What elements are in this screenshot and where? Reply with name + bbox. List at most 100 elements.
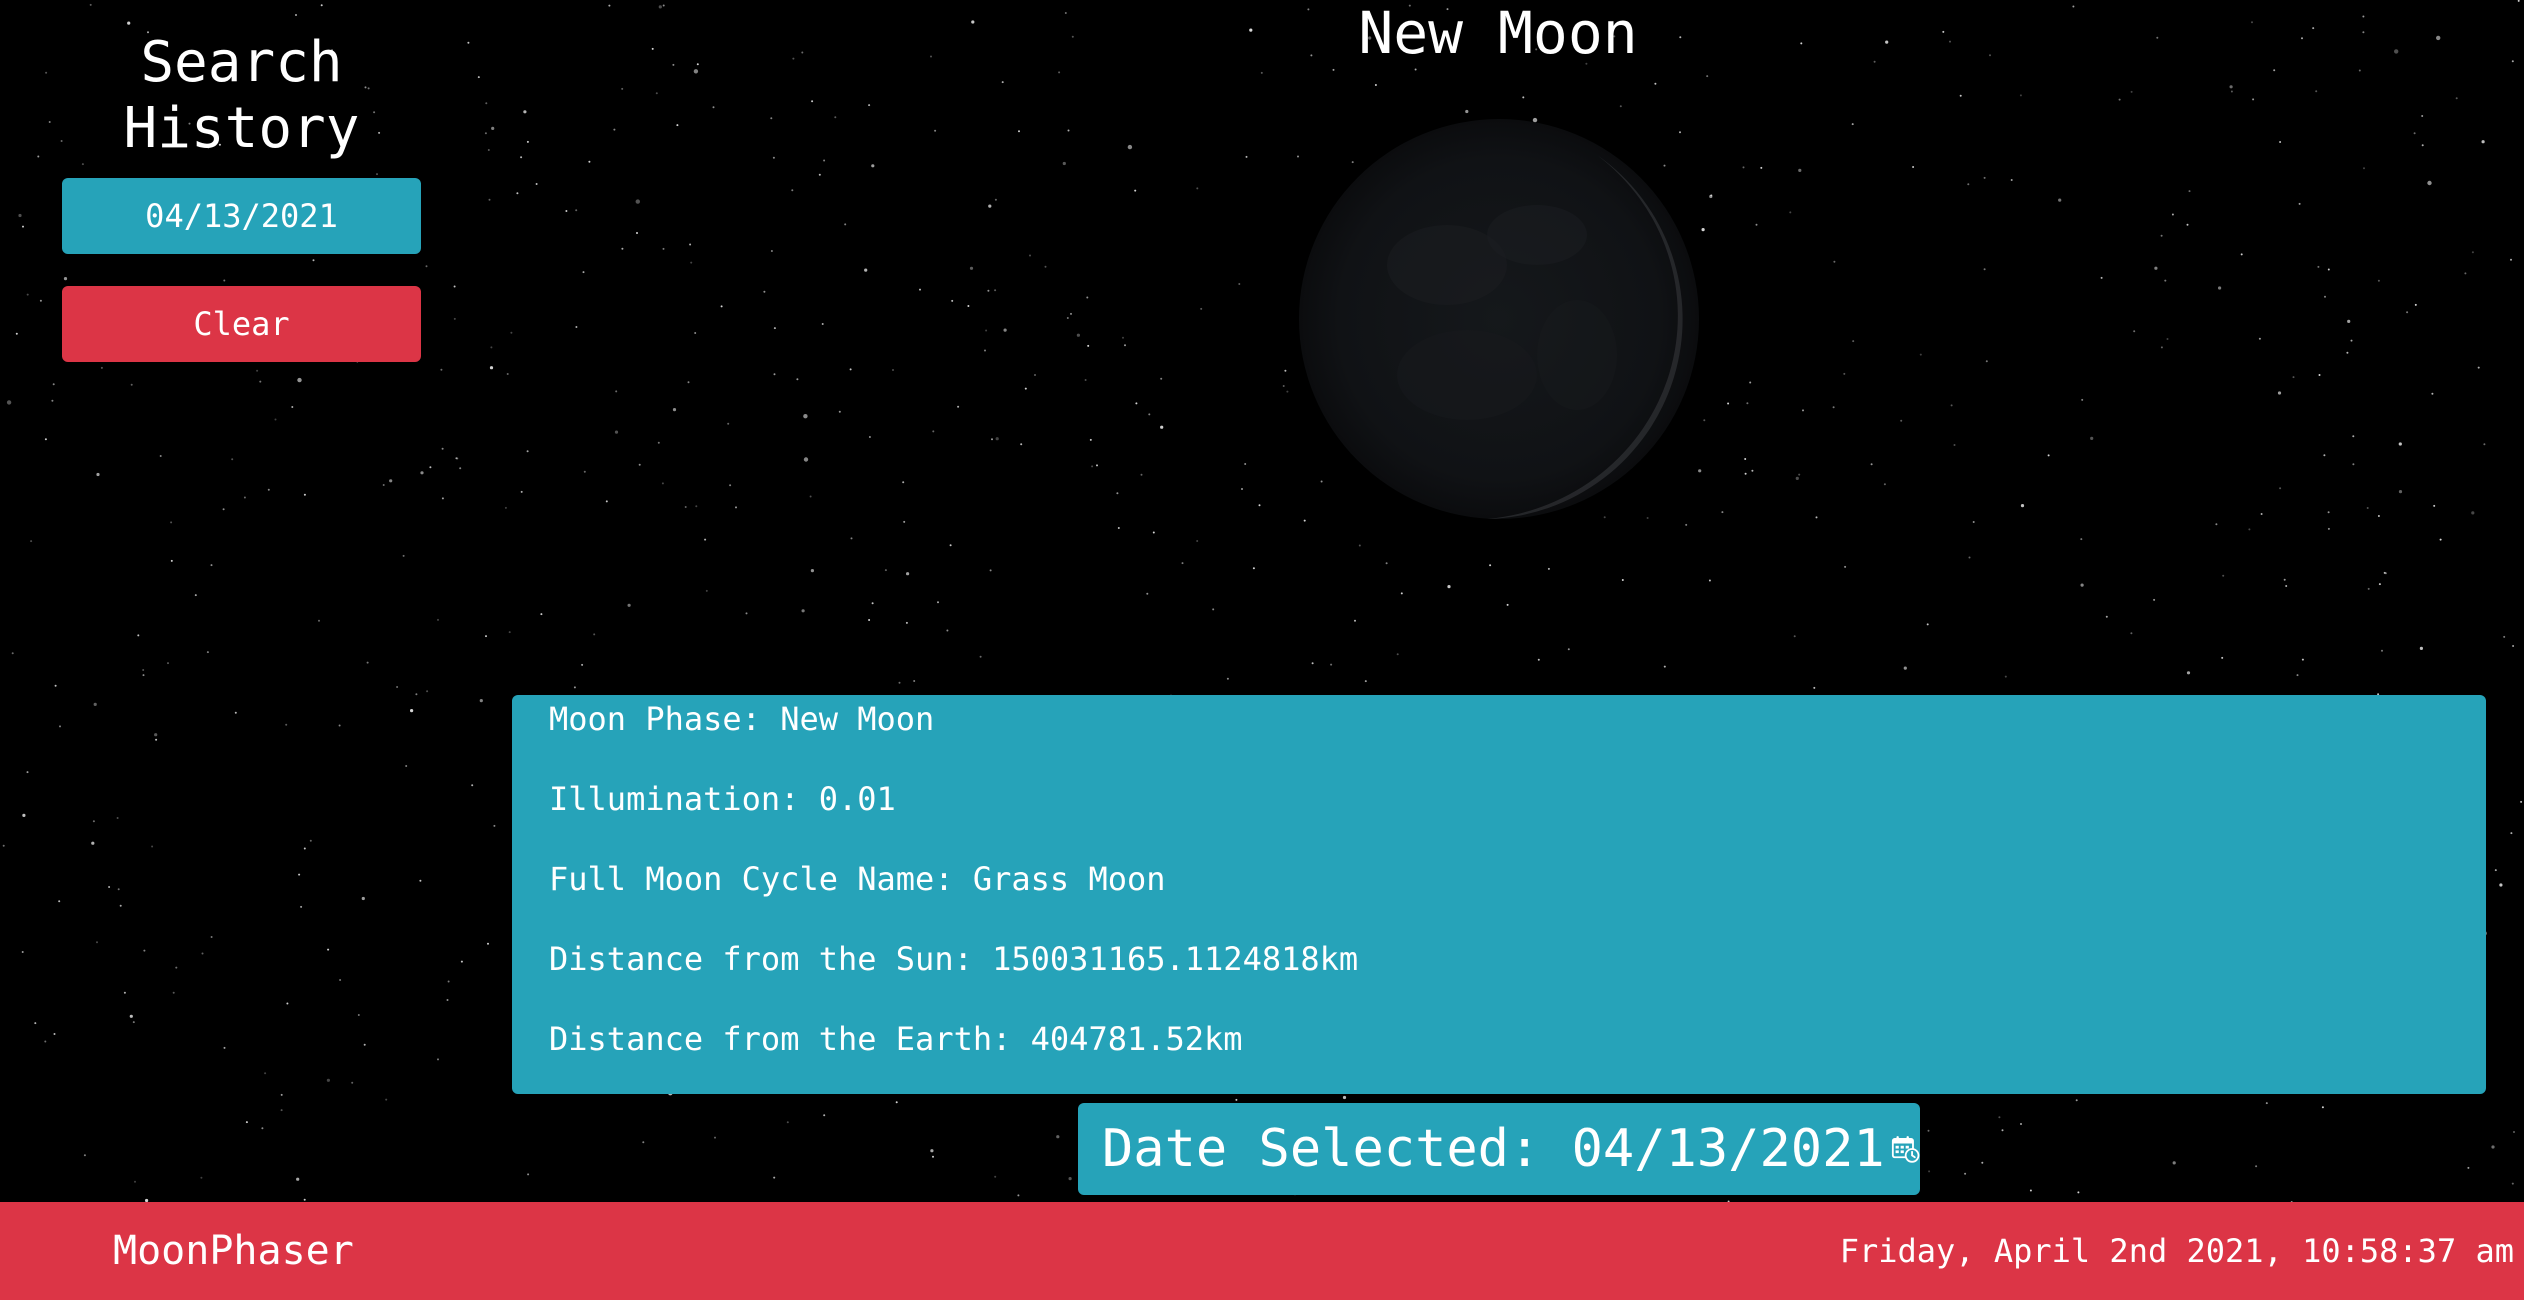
star [366, 661, 369, 664]
star [2081, 398, 2084, 401]
search-history-title: Search History [62, 30, 421, 162]
star [1385, 562, 1388, 565]
info-full-moon-cycle: Full Moon Cycle Name: Grass Moon [549, 859, 2486, 899]
star [22, 225, 24, 228]
star [694, 332, 697, 334]
star [2398, 442, 2402, 446]
star [410, 709, 414, 713]
star [137, 634, 140, 637]
star [361, 896, 365, 901]
calendar-clock-icon[interactable] [1891, 1117, 1920, 1181]
star [489, 366, 494, 370]
star [200, 1176, 203, 1179]
star [527, 1173, 530, 1176]
star [54, 684, 57, 687]
star [2421, 115, 2424, 117]
star [2080, 583, 2084, 587]
star [52, 383, 55, 386]
star [2421, 144, 2424, 147]
star [210, 564, 213, 567]
star [672, 63, 675, 66]
star [638, 463, 641, 466]
star [1744, 458, 1747, 460]
star [357, 1014, 360, 1016]
star [810, 569, 815, 573]
star [2090, 436, 2094, 440]
star [1064, 12, 1067, 14]
star [2419, 646, 2423, 651]
star [658, 5, 662, 9]
star [127, 21, 131, 25]
star [300, 905, 303, 908]
star [2367, 587, 2370, 590]
star [351, 1081, 354, 1084]
star [2464, 272, 2467, 275]
star [2439, 538, 2442, 541]
star [2471, 511, 2475, 515]
star [1286, 390, 1289, 393]
star [902, 481, 905, 484]
star [1903, 666, 1907, 670]
star [655, 92, 658, 95]
star [2327, 268, 2330, 271]
star [803, 457, 809, 462]
star [396, 686, 399, 688]
star [2520, 800, 2523, 803]
star [1798, 473, 1801, 476]
date-picker-button[interactable]: Date Selected: 04/13/2021 [1078, 1103, 1920, 1195]
star [453, 285, 456, 288]
star [1489, 564, 1492, 567]
star [420, 471, 424, 475]
star [2503, 635, 2506, 638]
star [1070, 312, 1072, 315]
star [15, 332, 18, 335]
star [18, 213, 22, 218]
star [175, 966, 178, 969]
star [261, 1127, 264, 1130]
star [2133, 330, 2136, 333]
star [2413, 132, 2416, 135]
star [803, 414, 808, 419]
star [687, 381, 690, 384]
star [773, 373, 776, 376]
star [676, 124, 679, 127]
star [823, 159, 826, 162]
star [565, 210, 568, 212]
star [96, 941, 98, 944]
star [520, 490, 523, 493]
star [2481, 140, 2485, 144]
clear-history-button[interactable]: Clear [62, 286, 421, 362]
star [979, 655, 982, 658]
star [231, 458, 234, 461]
info-label: Distance from the Sun: [549, 940, 973, 978]
star [2317, 265, 2320, 268]
star [849, 368, 852, 371]
star [2346, 351, 2349, 354]
star [2171, 213, 2174, 216]
brand-link[interactable]: MoonPhaser [113, 1202, 354, 1300]
star [1983, 176, 1986, 179]
star [1815, 516, 1818, 519]
star [1983, 268, 1986, 271]
star [621, 87, 624, 90]
star [613, 128, 616, 131]
star [1238, 283, 1241, 285]
star [1414, 68, 1417, 71]
star [264, 1072, 267, 1075]
date-selected-label: Date Selected: 04/13/2021 [1102, 1119, 1885, 1179]
star [1066, 317, 1069, 319]
star [2154, 266, 2158, 270]
star [704, 538, 707, 541]
history-item-button[interactable]: 04/13/2021 [62, 178, 421, 254]
star [2251, 21, 2253, 24]
search-history-sidebar: Search History 04/13/2021 Clear [62, 30, 421, 362]
info-value: New Moon [780, 700, 935, 738]
star [582, 271, 585, 274]
star [1522, 96, 1525, 99]
star [194, 594, 197, 597]
star [504, 506, 507, 509]
star [405, 765, 408, 767]
star [419, 879, 422, 882]
star [2499, 883, 2503, 887]
star [130, 383, 133, 386]
